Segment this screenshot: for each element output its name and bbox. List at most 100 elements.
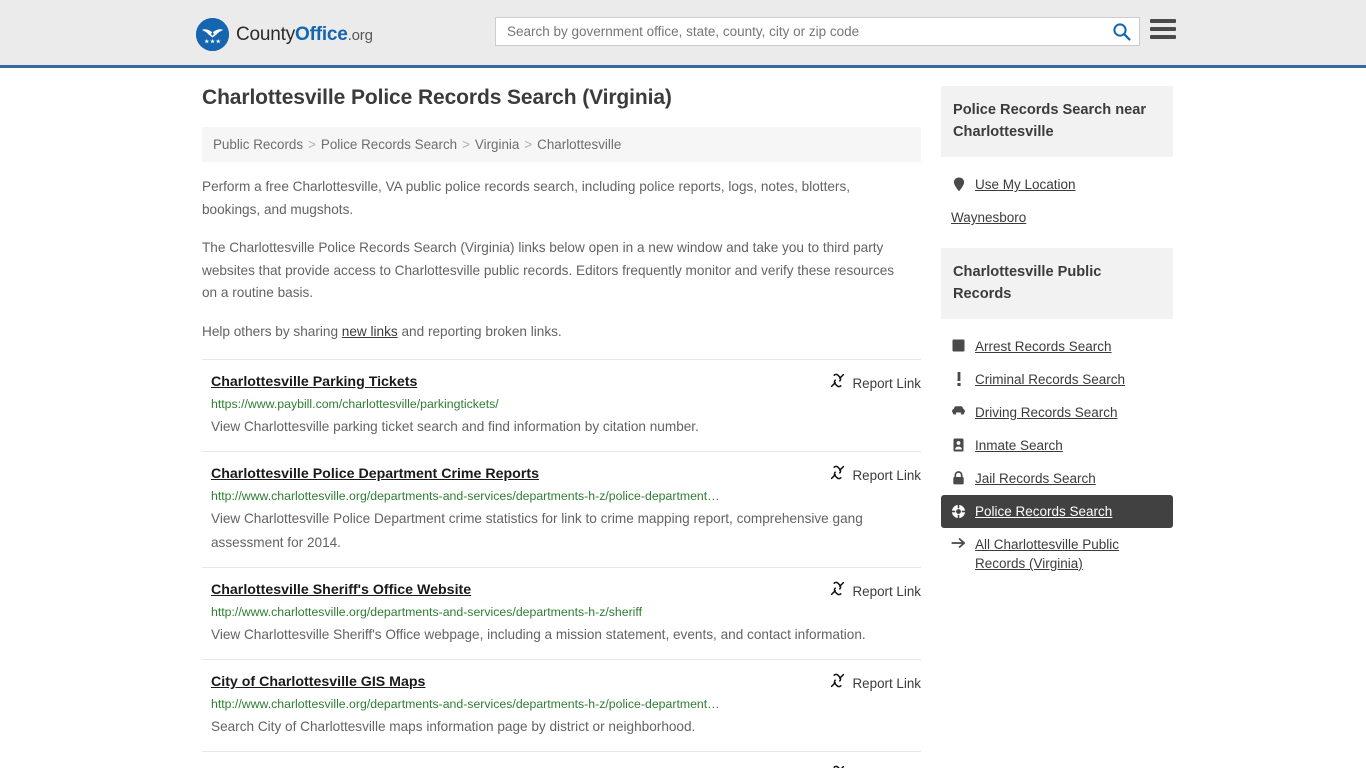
sidebar-records-title: Charlottesville Public Records (941, 248, 1173, 319)
sidebar-item-arrest-records-search[interactable]: Arrest Records Search (941, 330, 1173, 363)
result-title[interactable]: Charlottesville Police Department Crime … (211, 466, 539, 482)
site-logo-text: CountyOffice.org (236, 24, 373, 46)
result-url: https://www.paybill.com/charlottesville/… (211, 397, 499, 411)
map-pin-icon (951, 177, 966, 192)
breadcrumb-separator-1: > (462, 137, 470, 152)
sidebar-card-public-records: Charlottesville Public Records Arrest Re… (941, 248, 1173, 584)
main-column: Charlottesville Police Records Search (V… (193, 68, 923, 768)
result-url: http://www.charlottesville.org/departmen… (211, 489, 720, 503)
site-header: CountyOffice.org (0, 0, 1366, 68)
result-item: City of Charlottesville Website Report L… (202, 751, 921, 768)
report-link-label: Report Link (852, 675, 921, 691)
sidebar-item-label: Inmate Search (975, 438, 1063, 453)
result-title[interactable]: City of Charlottesville GIS Maps (211, 674, 425, 690)
logo-text-office: Office (295, 23, 348, 45)
report-link-label: Report Link (852, 583, 921, 599)
intro-paragraph-1: Perform a free Charlottesville, VA publi… (202, 179, 851, 217)
site-logo[interactable]: CountyOffice.org (196, 18, 373, 51)
car-icon (951, 405, 966, 416)
sidebar-item-label: All Charlottesville Public Records (Virg… (975, 537, 1120, 571)
sidebar-item-criminal-records-search[interactable]: Criminal Records Search (941, 363, 1173, 396)
breadcrumb-item-2[interactable]: Virginia (475, 137, 519, 152)
results-list: Charlottesville Parking Tickets https://… (202, 359, 921, 768)
hamburger-bar-2 (1150, 27, 1176, 31)
report-link-label: Report Link (852, 375, 921, 391)
result-description: View Charlottesville Police Department c… (211, 511, 863, 550)
report-link-button[interactable]: Report Link (829, 464, 921, 486)
sidebar-nearby-list: Use My Location Waynesboro (941, 157, 1173, 238)
intro-paragraph-2: The Charlottesville Police Records Searc… (202, 240, 895, 300)
result-item: City of Charlottesville GIS Maps http://… (202, 659, 921, 751)
sidebar-card-nearby: Police Records Search near Charlottesvil… (941, 86, 1173, 238)
sidebar-item-label: Jail Records Search (975, 471, 1096, 486)
sidebar-item-driving-records-search[interactable]: Driving Records Search (941, 396, 1173, 429)
breadcrumb-item-3[interactable]: Charlottesville (537, 137, 621, 152)
search-input[interactable] (496, 18, 1096, 45)
page-body: Charlottesville Police Records Search (V… (0, 68, 1366, 768)
intro-section: Perform a free Charlottesville, VA publi… (202, 162, 902, 343)
logo-text-org: .org (347, 26, 373, 44)
id-card-icon (951, 438, 966, 452)
new-links-link[interactable]: new links (342, 324, 398, 339)
badge-target-icon (951, 504, 966, 519)
sidebar: Police Records Search near Charlottesvil… (941, 68, 1173, 592)
intro-paragraph-3: Help others by sharing new links and rep… (202, 321, 902, 344)
sidebar-records-list: Arrest Records Search Criminal Records S… (941, 319, 1173, 584)
arrow-right-icon (951, 537, 966, 549)
square-icon (951, 339, 966, 352)
sidebar-item-all-public-records[interactable]: All Charlottesville Public Records (Virg… (941, 528, 1173, 580)
result-description: View Charlottesville Sheriff's Office we… (211, 627, 866, 642)
intro-p3-after: and reporting broken links. (397, 323, 562, 339)
breadcrumb-item-1[interactable]: Police Records Search (321, 137, 457, 152)
sidebar-item-inmate-search[interactable]: Inmate Search (941, 429, 1173, 462)
broken-link-icon (829, 672, 846, 694)
padlock-icon (951, 471, 966, 485)
report-link-button[interactable]: Report Link (829, 580, 921, 602)
sidebar-nearby-title: Police Records Search near Charlottesvil… (941, 86, 1173, 157)
intro-p3-before: Help others by sharing (202, 323, 342, 339)
sidebar-item-label: Police Records Search (975, 504, 1113, 519)
result-title[interactable]: Charlottesville Sheriff's Office Website (211, 582, 471, 598)
search-box (495, 17, 1140, 46)
page-title: Charlottesville Police Records Search (V… (202, 86, 672, 109)
result-description: View Charlottesville parking ticket sear… (211, 419, 699, 434)
sidebar-item-label: Use My Location (975, 177, 1076, 192)
search-bar (495, 17, 1140, 46)
search-button[interactable] (1110, 21, 1133, 44)
hamburger-bar-3 (1150, 35, 1176, 39)
content-container: Charlottesville Police Records Search (V… (188, 68, 1178, 768)
hamburger-menu-icon[interactable] (1150, 19, 1176, 39)
result-description: Search City of Charlottesville maps info… (211, 719, 696, 734)
report-link-button[interactable]: Report Link (829, 372, 921, 394)
sidebar-item-waynesboro[interactable]: Waynesboro (941, 201, 1173, 234)
logo-text-county: County (236, 23, 296, 45)
breadcrumb-item-0[interactable]: Public Records (213, 137, 303, 152)
hamburger-bar-1 (1150, 19, 1176, 23)
exclamation-icon (951, 372, 966, 386)
sidebar-item-label: Arrest Records Search (975, 339, 1112, 354)
result-item: Charlottesville Sheriff's Office Website… (202, 567, 921, 659)
eagle-shield-icon (196, 18, 229, 51)
result-item: Charlottesville Parking Tickets https://… (202, 359, 921, 451)
breadcrumb: Public Records > Police Records Search > Vir… (202, 127, 921, 162)
broken-link-icon (829, 764, 846, 768)
broken-link-icon (829, 372, 846, 394)
broken-link-icon (829, 464, 846, 486)
report-link-button[interactable]: Report Link (829, 672, 921, 694)
search-icon (1112, 22, 1131, 44)
sidebar-item-jail-records-search[interactable]: Jail Records Search (941, 462, 1173, 495)
sidebar-item-use-my-location[interactable]: Use My Location (941, 168, 1173, 201)
report-link-button[interactable]: Report Link (829, 764, 921, 768)
sidebar-item-label: Waynesboro (951, 210, 1027, 225)
report-link-label: Report Link (852, 467, 921, 483)
result-url: http://www.charlottesville.org/departmen… (211, 605, 643, 619)
breadcrumb-separator-2: > (524, 137, 533, 152)
sidebar-item-label: Criminal Records Search (975, 372, 1126, 387)
breadcrumb-separator-0: > (308, 137, 316, 152)
sidebar-item-police-records-search[interactable]: Police Records Search (941, 495, 1173, 528)
result-item: Charlottesville Police Department Crime … (202, 451, 921, 567)
broken-link-icon (829, 580, 846, 602)
sidebar-item-label: Driving Records Search (975, 405, 1118, 420)
result-title[interactable]: Charlottesville Parking Tickets (211, 374, 417, 390)
result-url: http://www.charlottesville.org/departmen… (211, 697, 720, 711)
